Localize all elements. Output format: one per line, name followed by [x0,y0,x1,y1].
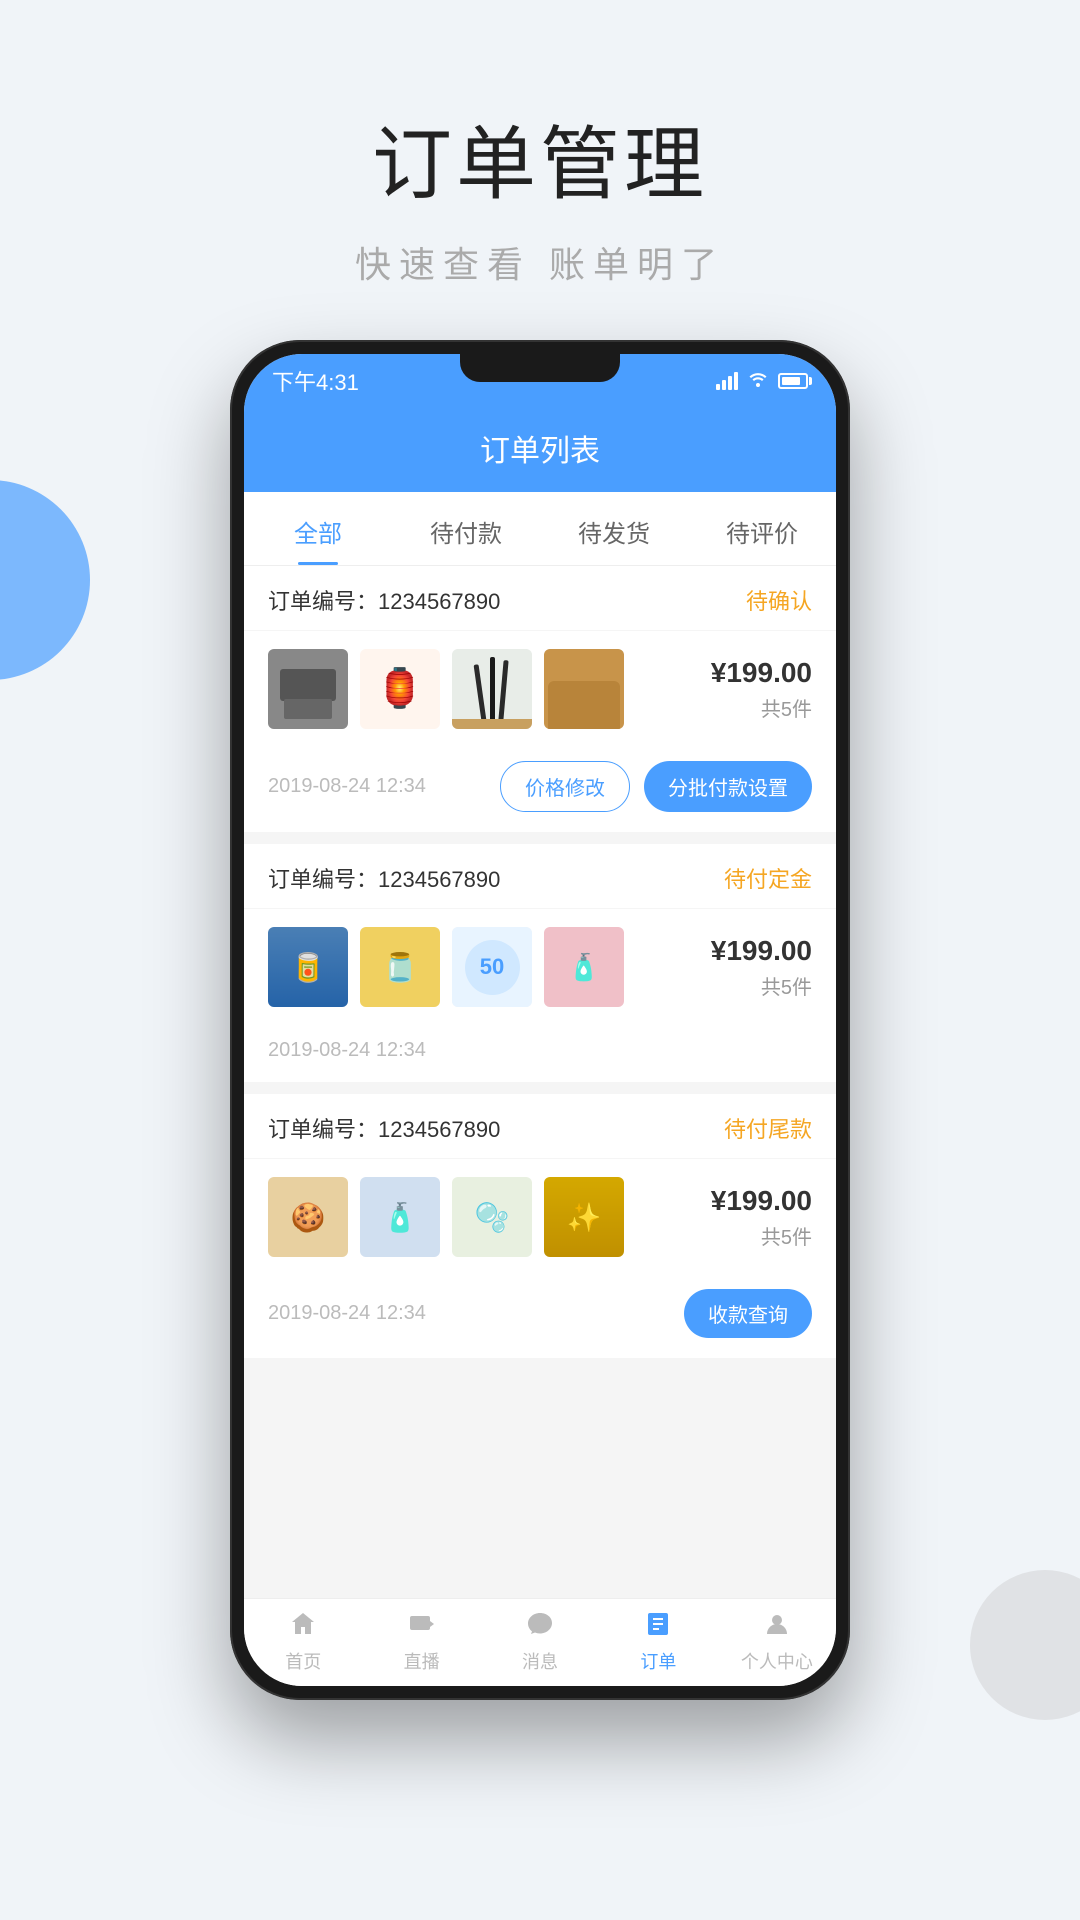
signal-icon [716,372,738,390]
nav-item-orders[interactable]: 订单 [599,1599,717,1686]
product-thumb-printer [268,649,348,729]
bottom-nav: 首页 直播 消息 订单 [244,1598,836,1686]
app-header-title: 订单列表 [480,435,600,468]
order-3-images: 🍪 🧴 🫧 ✨ [268,1177,695,1257]
order-1-date: 2019-08-24 12:34 [268,775,426,798]
order-3-count: 共5件 [711,1221,812,1250]
tab-pending-review[interactable]: 待评价 [688,492,836,565]
profile-icon [764,1611,790,1644]
product-thumb-lantern: 🏮 [360,649,440,729]
order-3-products: 🍪 🧴 🫧 ✨ [244,1159,836,1275]
message-icon [527,1611,553,1644]
product-thumb-lotion: 🫧 [452,1177,532,1257]
product-thumb-blue-bottle: 🧴 [360,1177,440,1257]
nav-item-live[interactable]: 直播 [362,1599,480,1686]
order-3-price-block: ¥199.00 共5件 [711,1185,812,1250]
product-thumb-can: 🥫 [268,927,348,1007]
page-header: 订单管理 快速查看 账单明了 [0,0,1080,348]
nav-item-message[interactable]: 消息 [481,1599,599,1686]
order-list: 订单编号：1234567890 待确认 [244,566,836,1624]
order-3-number: 订单编号：1234567890 [268,1112,500,1144]
bg-decoration-right [970,1570,1080,1720]
status-icons [716,371,808,392]
order-2-count: 共5件 [711,971,812,1000]
order-1-price-block: ¥199.00 共5件 [711,657,812,722]
order-3-price: ¥199.00 [711,1185,812,1217]
order-1-footer: 2019-08-24 12:34 价格修改 分批付款设置 [244,747,836,832]
order-3-footer: 2019-08-24 12:34 收款查询 [244,1275,836,1358]
nav-item-home[interactable]: 首页 [244,1599,362,1686]
product-thumb-gold-cream: ✨ [544,1177,624,1257]
live-icon [409,1611,435,1644]
order-3-date: 2019-08-24 12:34 [268,1302,426,1325]
order-2-status: 待付定金 [724,862,812,894]
page-subtitle: 快速查看 账单明了 [0,236,1080,288]
tabs-bar: 全部 待付款 待发货 待评价 [244,492,836,566]
nav-home-label: 首页 [285,1648,321,1674]
tab-pending-shipping[interactable]: 待发货 [540,492,688,565]
order-2-date: 2019-08-24 12:34 [268,1039,426,1062]
product-thumb-biscuit: 🍪 [268,1177,348,1257]
order-3-status: 待付尾款 [724,1112,812,1144]
home-icon [290,1611,316,1644]
order-1-number: 订单编号：1234567890 [268,584,500,616]
nav-item-profile[interactable]: 个人中心 [718,1599,836,1686]
order-3-actions: 收款查询 [684,1289,812,1338]
nav-message-label: 消息 [522,1648,558,1674]
nav-orders-label: 订单 [640,1648,676,1674]
nav-live-label: 直播 [404,1648,440,1674]
product-thumb-pink-product: 🧴 [544,927,624,1007]
order-1-images: 🏮 [268,649,695,729]
tab-all[interactable]: 全部 [244,492,392,565]
wifi-icon [748,371,768,392]
order-1-count: 共5件 [711,693,812,722]
order-1-header: 订单编号：1234567890 待确认 [244,566,836,631]
order-3-payment-inquiry-button[interactable]: 收款查询 [684,1289,812,1338]
page-title: 订单管理 [0,100,1080,216]
phone-frame: 下午4:31 [230,340,850,1700]
nav-profile-label: 个人中心 [741,1648,813,1674]
product-thumb-sauce: 🫙 [360,927,440,1007]
order-1-price-modify-button[interactable]: 价格修改 [500,761,630,812]
order-3-header: 订单编号：1234567890 待付尾款 [244,1094,836,1159]
product-thumb-sofa [544,649,624,729]
app-header: 订单列表 [244,408,836,492]
order-1-actions: 价格修改 分批付款设置 [500,761,812,812]
order-2-products: 🥫 🫙 50 🧴 [244,909,836,1025]
order-2-images: 🥫 🫙 50 🧴 [268,927,695,1007]
battery-icon [778,373,808,389]
phone-notch [460,354,620,382]
order-1-price: ¥199.00 [711,657,812,689]
product-thumb-brushes [452,649,532,729]
order-card-1: 订单编号：1234567890 待确认 [244,566,836,832]
order-2-price: ¥199.00 [711,935,812,967]
order-2-number: 订单编号：1234567890 [268,862,500,894]
order-card-3: 订单编号：1234567890 待付尾款 🍪 🧴 [244,1094,836,1358]
order-2-header: 订单编号：1234567890 待付定金 [244,844,836,909]
orders-icon [645,1611,671,1644]
order-1-batch-payment-button[interactable]: 分批付款设置 [644,761,812,812]
product-thumb-cream: 50 [452,927,532,1007]
order-card-2: 订单编号：1234567890 待付定金 🥫 🫙 [244,844,836,1082]
phone-container: 下午4:31 [230,340,850,1700]
order-2-footer: 2019-08-24 12:34 [244,1025,836,1082]
status-time: 下午4:31 [272,365,359,397]
bg-decoration-left [0,480,90,680]
tab-pending-payment[interactable]: 待付款 [392,492,540,565]
phone-screen: 下午4:31 [244,354,836,1686]
order-1-products: 🏮 [244,631,836,747]
order-1-status: 待确认 [746,584,812,616]
order-2-price-block: ¥199.00 共5件 [711,935,812,1000]
